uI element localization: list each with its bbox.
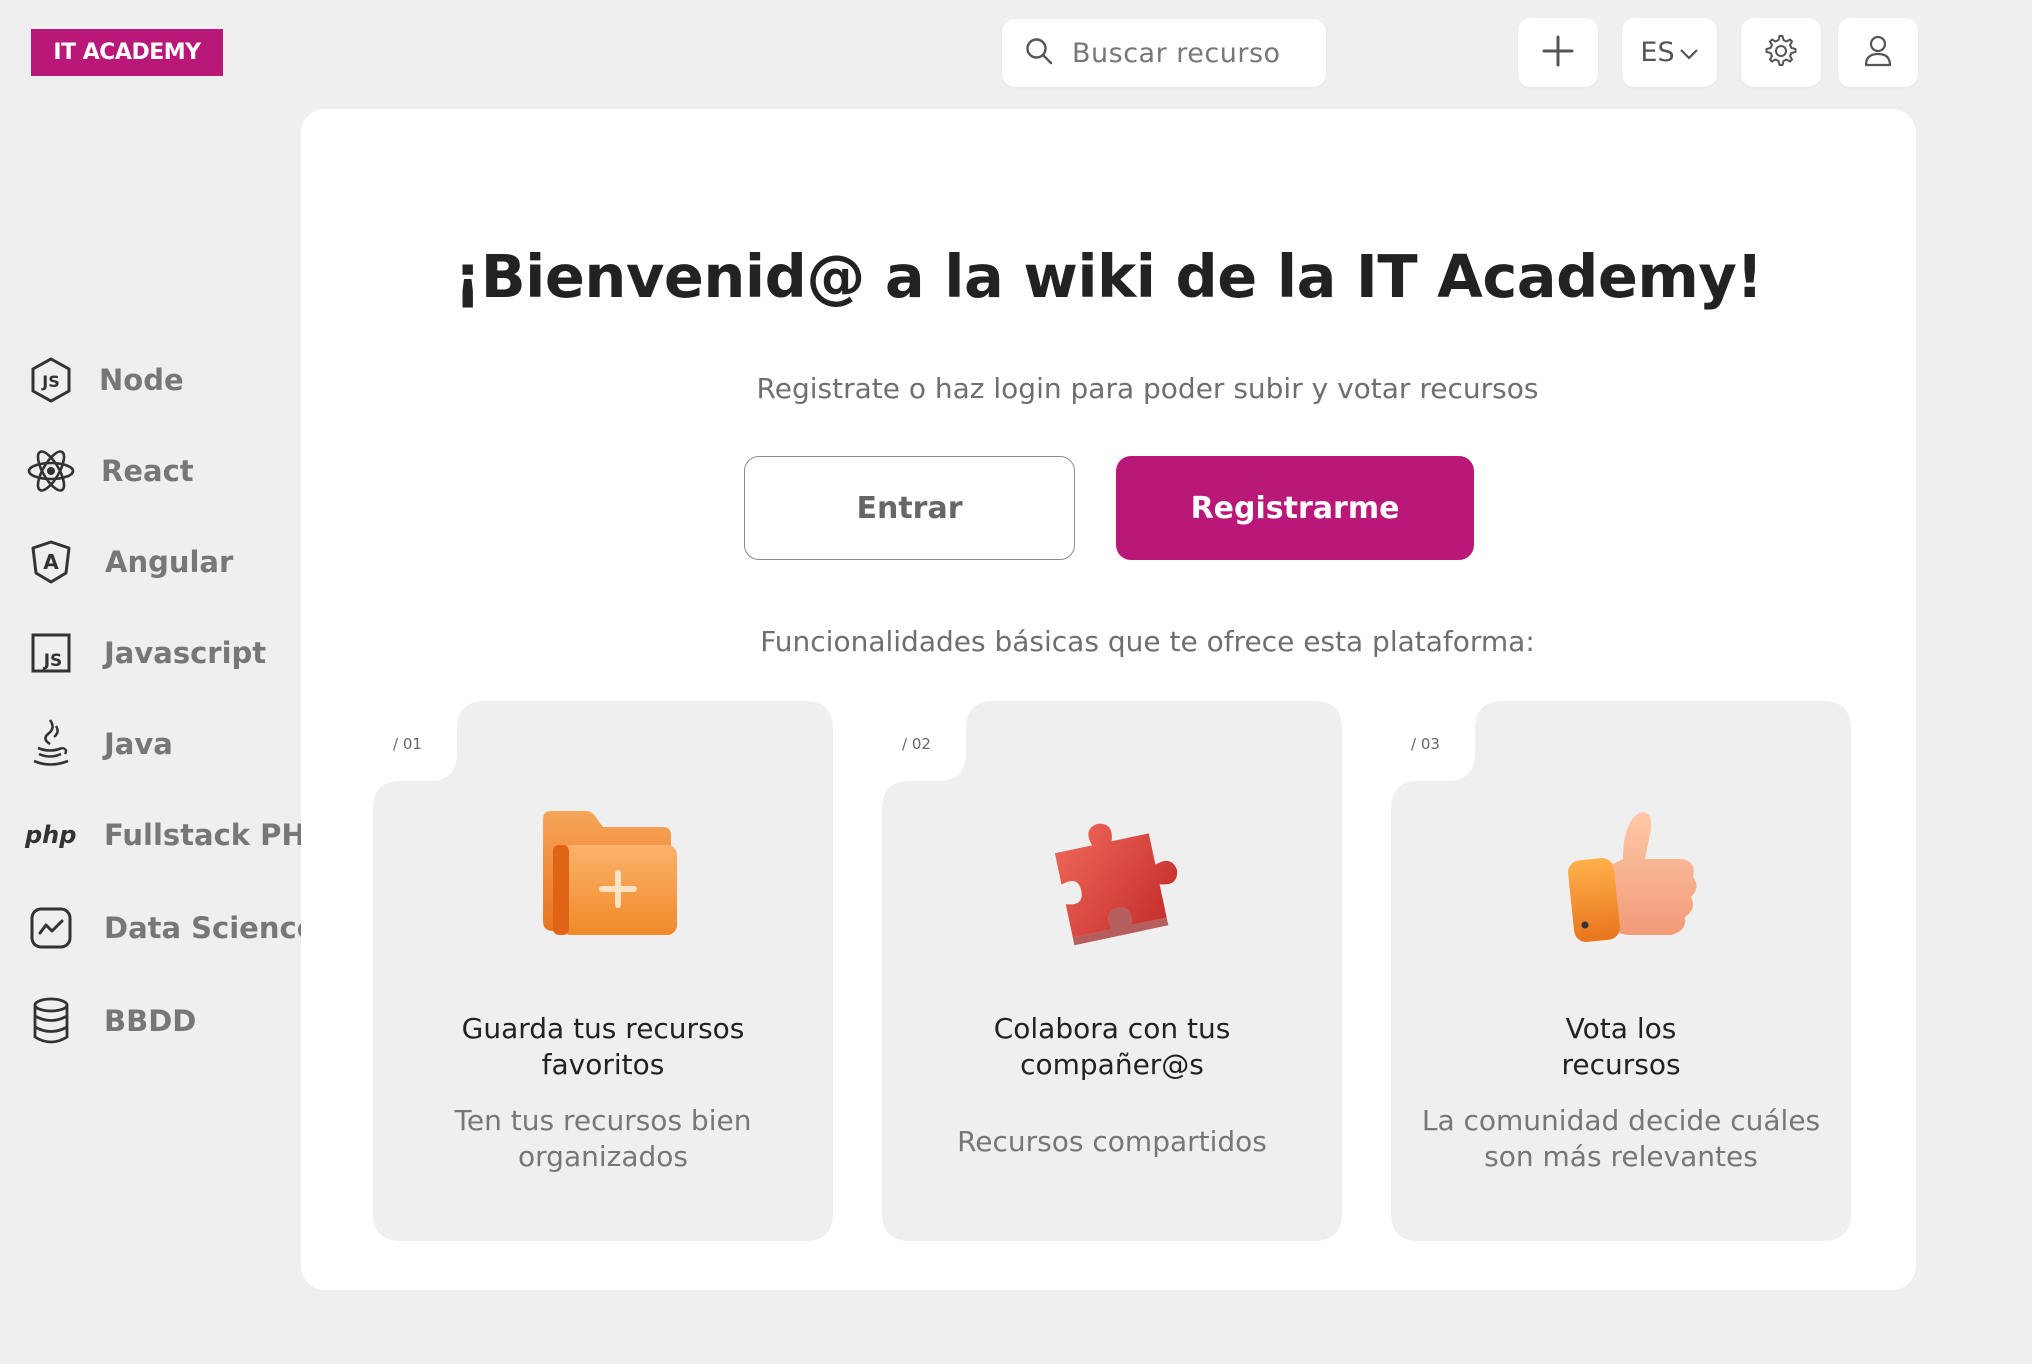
sidebar-item-label: Javascript: [104, 636, 267, 670]
it-academy-logo[interactable]: IT ACADEMY: [31, 29, 223, 76]
svg-text:JS: JS: [41, 372, 59, 391]
language-label: ES: [1640, 37, 1675, 68]
language-selector[interactable]: ES: [1622, 18, 1717, 87]
sidebar-item-label: Node: [99, 363, 184, 397]
sidebar-item-java[interactable]: Java: [25, 712, 173, 776]
card-title: Colabora con tus compañer@s: [993, 1012, 1231, 1081]
plus-icon: [1541, 34, 1575, 72]
card-description: La comunidad decide cuáles son más relev…: [1421, 1104, 1821, 1173]
svg-text:A: A: [43, 550, 59, 574]
card-background: [882, 701, 1342, 1241]
card-number: / 03: [1411, 735, 1440, 753]
welcome-subtitle: Registrate o haz login para poder subir …: [756, 372, 1539, 405]
sidebar-item-label: Data Science: [104, 911, 317, 945]
login-button[interactable]: Entrar: [744, 456, 1075, 560]
svg-text:JS: JS: [43, 651, 63, 671]
feature-card-vote: / 03 Vota los recursos La comunidad deci…: [1391, 701, 1851, 1241]
card-title: Vota los recursos: [1561, 1012, 1681, 1081]
search-icon: [1024, 36, 1054, 70]
gear-icon: [1763, 33, 1799, 73]
folder-plus-icon: [523, 801, 693, 961]
sidebar-item-angular[interactable]: A Angular: [25, 530, 233, 594]
add-resource-button[interactable]: [1518, 18, 1598, 87]
database-icon: [25, 995, 77, 1047]
card-number: / 01: [393, 735, 422, 753]
angular-icon: A: [25, 536, 77, 588]
card-description: Ten tus recursos bien organizados: [454, 1104, 752, 1173]
sidebar-item-javascript[interactable]: JS Javascript: [25, 621, 266, 685]
user-profile-button[interactable]: [1838, 18, 1918, 87]
search-input[interactable]: Buscar recurso: [1002, 19, 1326, 87]
sidebar-item-node[interactable]: JS Node: [25, 348, 184, 412]
search-placeholder: Buscar recurso: [1072, 37, 1281, 69]
features-title: Funcionalidades básicas que te ofrece es…: [760, 625, 1535, 658]
sidebar-item-label: BBDD: [104, 1004, 197, 1038]
register-button[interactable]: Registrarme: [1116, 456, 1474, 560]
puzzle-piece-icon: [1032, 801, 1202, 961]
javascript-icon: JS: [25, 627, 77, 679]
sidebar-item-label: Java: [104, 727, 173, 761]
feature-card-collaborate: / 02 Colabora con tus compañer@s Recurso…: [882, 701, 1342, 1241]
user-icon: [1862, 34, 1894, 72]
react-icon: [25, 445, 77, 497]
card-title: Guarda tus recursos favoritos: [461, 1012, 745, 1081]
data-science-icon: [25, 902, 77, 954]
card-description: Recursos compartidos: [957, 1125, 1267, 1158]
welcome-panel: ¡Bienvenid@ a la wiki de la IT Academy! …: [301, 109, 1916, 1290]
php-icon: php: [25, 821, 77, 849]
sidebar-item-label: React: [101, 454, 194, 488]
settings-button[interactable]: [1741, 18, 1821, 87]
page-title: ¡Bienvenid@ a la wiki de la IT Academy!: [454, 242, 1763, 311]
chevron-down-icon: [1679, 37, 1699, 68]
sidebar-item-bbdd[interactable]: BBDD: [25, 989, 196, 1053]
sidebar-item-react[interactable]: React: [25, 439, 194, 503]
java-icon: [25, 718, 77, 770]
sidebar-item-label: Fullstack PHP: [104, 818, 327, 852]
thumbs-up-icon: [1541, 801, 1711, 961]
sidebar-item-label: Angular: [105, 545, 234, 579]
sidebar-item-fullstack-php[interactable]: php Fullstack PHP: [25, 803, 327, 867]
feature-card-favorites: / 01 Guarda tus recursos favoritos Ten t…: [373, 701, 833, 1241]
node-js-icon: JS: [25, 354, 77, 406]
card-number: / 02: [902, 735, 931, 753]
sidebar-item-data-science[interactable]: Data Science: [25, 896, 316, 960]
